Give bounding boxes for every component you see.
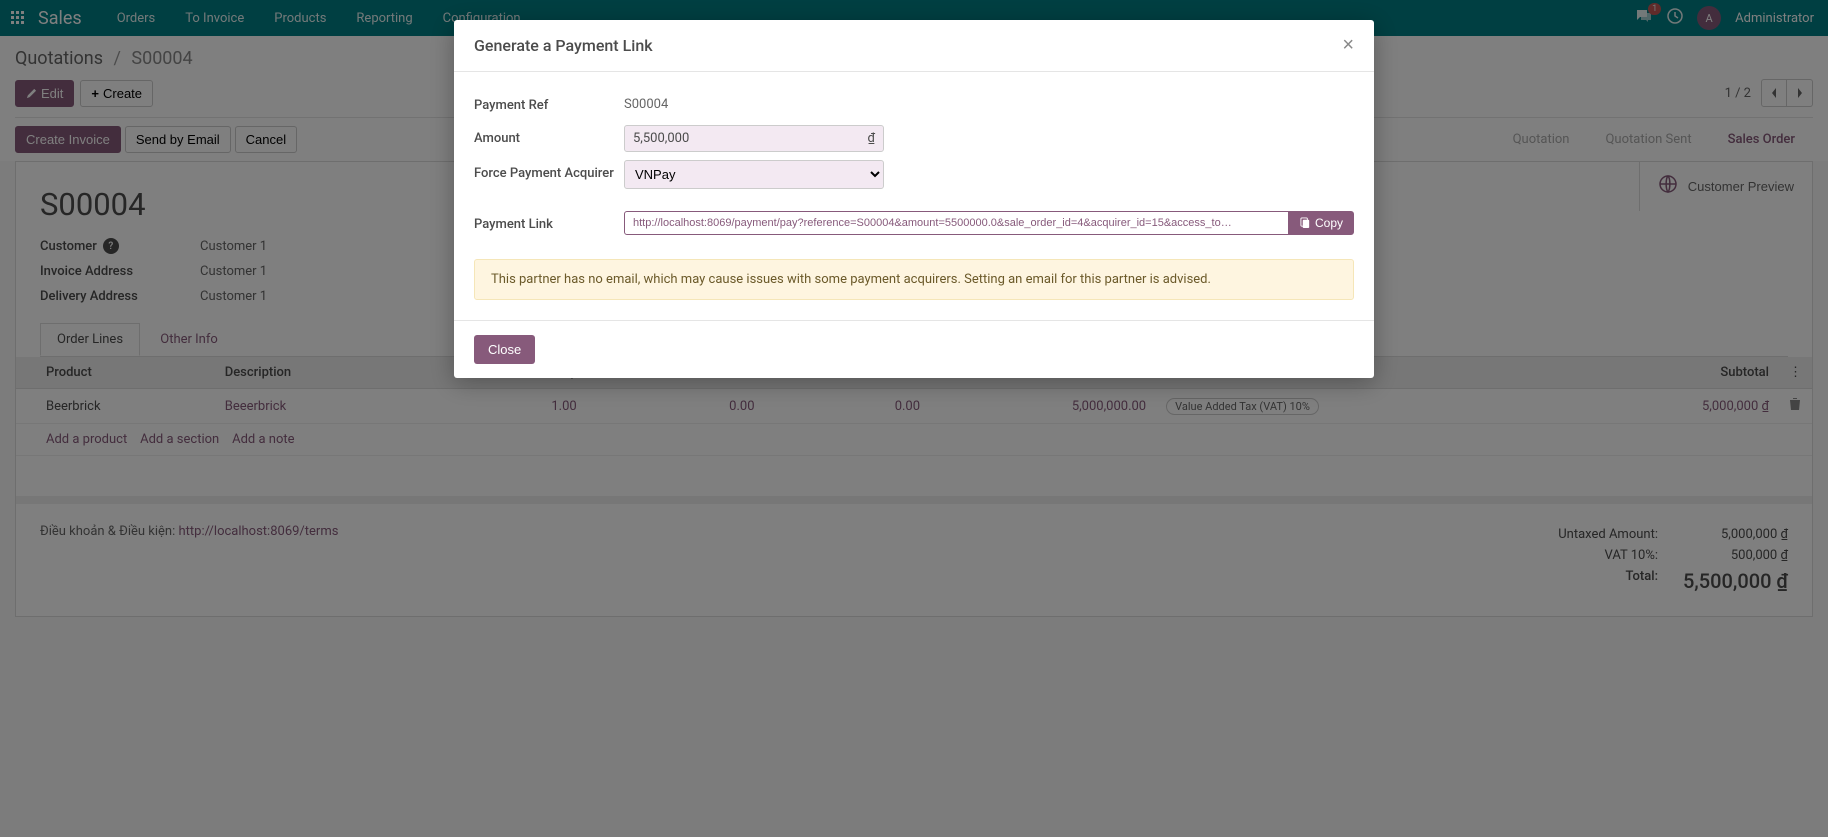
payment-link-label: Payment Link xyxy=(474,211,624,232)
acquirer-label: Force Payment Acquirer xyxy=(474,160,624,181)
payment-ref-label: Payment Ref xyxy=(474,92,624,113)
modal-title: Generate a Payment Link xyxy=(474,36,653,55)
close-button[interactable]: Close xyxy=(474,335,535,364)
payment-link-modal: Generate a Payment Link × Payment Ref S0… xyxy=(454,20,1374,378)
payment-link-input[interactable] xyxy=(624,211,1289,235)
payment-ref-value: S00004 xyxy=(624,92,884,117)
amount-label: Amount xyxy=(474,125,624,146)
warning-alert: This partner has no email, which may cau… xyxy=(474,259,1354,300)
amount-input[interactable]: 5,500,000 ₫ xyxy=(624,125,884,152)
acquirer-select[interactable]: VNPay xyxy=(624,160,884,189)
close-icon[interactable]: × xyxy=(1342,34,1354,57)
copy-button[interactable]: Copy xyxy=(1289,211,1354,235)
